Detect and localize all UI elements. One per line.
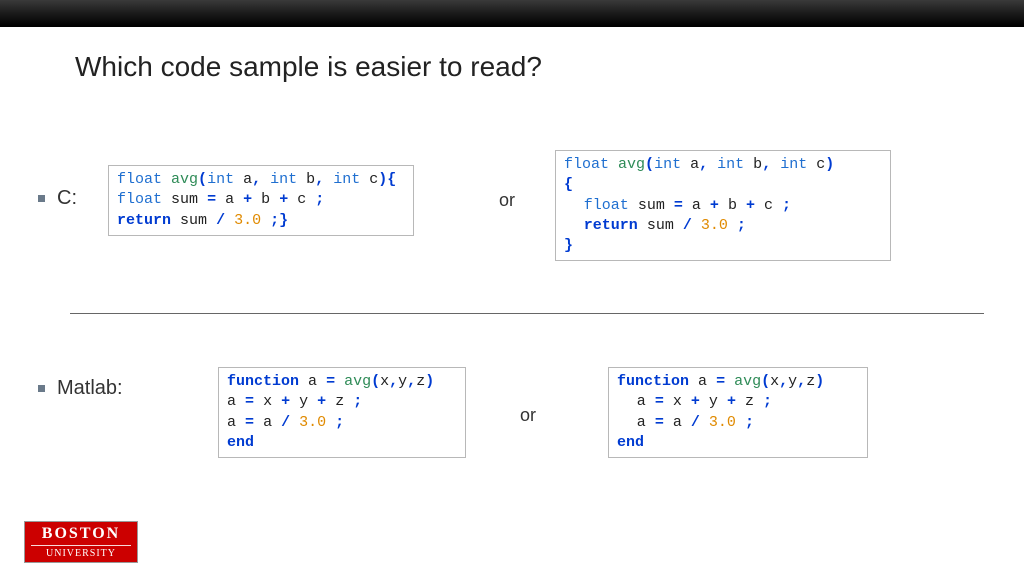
slide: Which code sample is easier to read? C: …	[0, 27, 1024, 576]
divider	[70, 313, 984, 314]
label-matlab: Matlab:	[38, 377, 123, 400]
code-c-compact: float avg(int a, int b, int c){ float su…	[108, 165, 414, 236]
label-matlab-text: Matlab:	[57, 377, 123, 399]
or-separator-1: or	[499, 190, 515, 211]
bullet-icon	[38, 195, 45, 202]
bullet-icon	[38, 385, 45, 392]
or-separator-2: or	[520, 405, 536, 426]
title-bar	[0, 0, 1024, 27]
logo-line1: BOSTON	[25, 525, 137, 543]
code-matlab-compact: function a = avg(x,y,z) a = x + y + z ; …	[218, 367, 466, 458]
code-c-formatted: float avg(int a, int b, int c) { float s…	[555, 150, 891, 261]
logo-boston-university: BOSTON UNIVERSITY	[25, 522, 137, 562]
logo-line2: UNIVERSITY	[31, 545, 131, 559]
slide-title: Which code sample is easier to read?	[75, 51, 542, 83]
label-c: C:	[38, 187, 77, 210]
label-c-text: C:	[57, 187, 77, 209]
code-matlab-formatted: function a = avg(x,y,z) a = x + y + z ; …	[608, 367, 868, 458]
